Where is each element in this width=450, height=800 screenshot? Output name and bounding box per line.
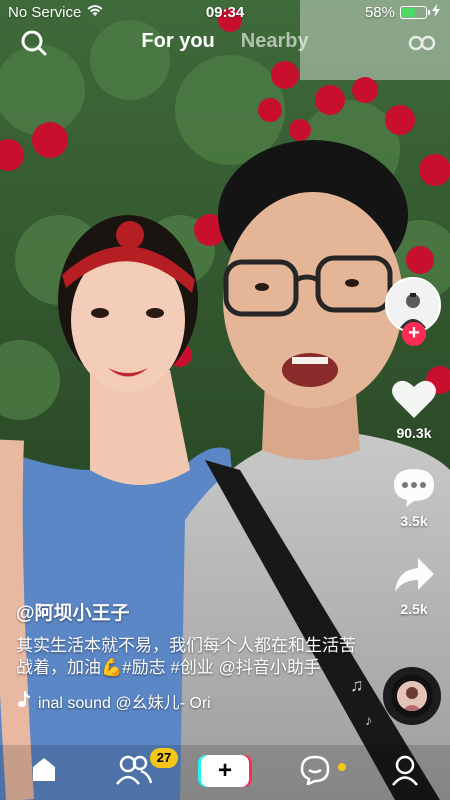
music-note-icon: ♫: [350, 675, 364, 695]
friends-icon[interactable]: [116, 754, 153, 791]
music-cover-icon: [397, 681, 427, 711]
tab-nearby[interactable]: Nearby: [241, 30, 309, 53]
battery-percent: 58%: [364, 4, 395, 21]
creator-avatar-group: +: [385, 277, 443, 347]
creator-username[interactable]: @阿坝小王子: [16, 598, 366, 625]
charging-icon: [432, 4, 440, 21]
share-button[interactable]: 2.5k: [386, 556, 442, 617]
follow-button[interactable]: +: [402, 322, 426, 346]
music-marquee[interactable]: inal sound @幺妹儿- Ori: [16, 689, 276, 713]
friends-badge: 27: [150, 748, 178, 768]
like-button[interactable]: 90.3k: [386, 378, 442, 441]
inbox-icon[interactable]: [300, 755, 330, 790]
home-icon[interactable]: [30, 755, 58, 788]
video-description: 其实生活本就不易，我们每个人都在和生活苦战着，加油💪#励志 #创业 @抖音小助手: [16, 636, 356, 677]
live-icon[interactable]: [408, 32, 436, 54]
music-disc[interactable]: [383, 667, 441, 725]
comment-count: 3.5k: [400, 513, 428, 529]
tab-for-you[interactable]: For you: [141, 30, 214, 53]
profile-icon[interactable]: [390, 754, 420, 791]
inbox-dot: [338, 763, 346, 771]
create-plus-icon: +: [201, 755, 249, 787]
like-count: 90.3k: [396, 425, 432, 441]
battery-level: [402, 8, 416, 17]
status-right-group: 58%: [365, 4, 440, 21]
share-count: 2.5k: [400, 601, 428, 617]
feed-tabs: For you Nearby: [0, 30, 450, 53]
share-icon: [392, 558, 436, 599]
create-button[interactable]: +: [198, 755, 252, 787]
heart-icon: [391, 380, 437, 423]
music-title: inal sound @幺妹儿- Ori: [38, 695, 211, 712]
comment-button[interactable]: 3.5k: [386, 466, 442, 529]
video-caption: @阿坝小王子 其实生活本就不易，我们每个人都在和生活苦战着，加油💪#励志 #创业…: [16, 598, 366, 713]
battery-icon: [400, 6, 430, 19]
status-bar: No Service 09:34 58%: [0, 0, 450, 24]
comment-icon: [392, 469, 436, 511]
top-nav: For you Nearby: [0, 26, 450, 62]
music-note-icon: [16, 690, 30, 712]
music-note-icon: ♪: [365, 712, 372, 728]
